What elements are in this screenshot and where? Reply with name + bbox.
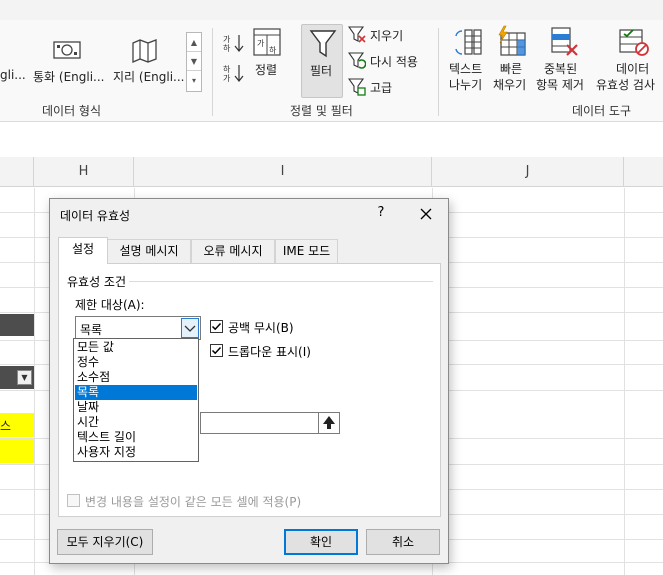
remove-duplicates-label-1: 중복된 (544, 62, 578, 76)
flash-fill-label-1: 빠른 (500, 62, 523, 76)
sort-label: 정렬 (255, 63, 278, 77)
collapse-dialog-button[interactable] (318, 412, 340, 434)
gallery-scroll[interactable]: ▲ ▼ ▾ (186, 32, 202, 92)
geography-type-label: 지리 (Engli... (113, 70, 185, 84)
close-button[interactable] (416, 203, 436, 225)
more-icon[interactable]: ▾ (187, 71, 201, 90)
checkbox-box[interactable] (210, 320, 223, 333)
reapply-label: 다시 적용 (370, 55, 418, 69)
advanced-filter-icon (348, 78, 366, 96)
list-item[interactable]: 모든 값 (75, 340, 197, 355)
map-icon (132, 39, 157, 63)
checkbox-box[interactable] (210, 344, 223, 357)
allow-label: 제한 대상(A): (75, 298, 145, 312)
ribbon-tab-strip (0, 0, 663, 20)
list-item[interactable]: 소수점 (75, 370, 197, 385)
help-icon[interactable]: ? (374, 205, 388, 220)
clear-all-button[interactable]: 모두 지우기(C) (57, 529, 153, 555)
column-header-k[interactable] (624, 157, 663, 187)
filter-dropdown-icon[interactable]: ▼ (17, 370, 32, 385)
data-validation-label-1: 데이터 (616, 62, 650, 76)
combo-dropdown-button[interactable] (181, 318, 199, 338)
svg-text:가: 가 (223, 35, 231, 44)
filter-button[interactable]: 필터 (301, 24, 343, 98)
currency-icon (53, 41, 81, 59)
allow-combobox[interactable]: 목록 (75, 316, 201, 340)
svg-text:가: 가 (223, 74, 231, 83)
flash-fill-icon (498, 25, 526, 56)
clear-label: 지우기 (370, 29, 404, 43)
stocks-type-label: gli... (0, 68, 26, 82)
formula-bar-area (0, 123, 663, 157)
column-header-i[interactable]: I (134, 157, 432, 187)
allow-dropdown-list[interactable]: 모든 값 정수 소수점 목록 날짜 시간 텍스트 길이 사용자 지정 (73, 338, 199, 462)
column-header-g[interactable] (0, 157, 34, 187)
data-validation-label-2: 유효성 검사 (596, 78, 656, 92)
funnel-icon (309, 30, 337, 58)
tab-ime-mode[interactable]: IME 모드 (275, 239, 338, 263)
remove-duplicates-label-2: 항목 제거 (536, 78, 584, 92)
text-to-columns-label-1: 텍스트 (449, 62, 483, 76)
ribbon: gli... 통화 (Engli... 지리 (Engli... ▲ ▼ ▾ 데 (0, 20, 663, 122)
text-to-columns-label-2: 나누기 (449, 78, 483, 92)
column-header-h[interactable]: H (34, 157, 134, 187)
currency-type-label: 통화 (Engli... (33, 70, 105, 84)
sort-descending-icon[interactable]: 하 가 (222, 62, 244, 84)
close-icon (420, 208, 432, 220)
column-header-j[interactable]: J (432, 157, 624, 187)
allow-value: 목록 (80, 323, 103, 337)
list-item[interactable]: 시간 (75, 415, 197, 430)
grid-line (34, 188, 35, 575)
range-select-icon (323, 416, 335, 429)
svg-text:하: 하 (223, 43, 231, 53)
tab-input-message[interactable]: 설명 메시지 (107, 239, 191, 263)
apply-all-label: 변경 내용을 설정이 같은 모든 셀에 적용(P) (85, 495, 302, 509)
text-to-columns-icon (455, 29, 482, 55)
ok-button[interactable]: 확인 (284, 529, 358, 555)
svg-text:하: 하 (223, 64, 231, 74)
ribbon-separator (438, 28, 439, 116)
advanced-label: 고급 (370, 81, 393, 95)
header-cell-dark[interactable] (0, 314, 34, 336)
data-tools-group-label: 데이터 도구 (572, 104, 632, 118)
highlighted-cell[interactable] (0, 439, 34, 463)
sort-ascending-icon[interactable]: 가 하 (222, 32, 244, 54)
svg-text:하: 하 (269, 45, 277, 55)
list-item[interactable]: 사용자 지정 (75, 445, 197, 460)
svg-text:가: 가 (257, 39, 265, 48)
list-item-selected[interactable]: 목록 (75, 385, 197, 400)
data-types-group-label: 데이터 형식 (42, 104, 102, 118)
clear-filter-icon (348, 26, 366, 43)
sort-dialog-icon: 가 하 (253, 28, 281, 56)
in-cell-dropdown-label: 드롭다운 표시(I) (228, 345, 311, 359)
check-icon (211, 346, 222, 355)
sort-filter-group-label: 정렬 및 필터 (290, 104, 353, 118)
cell-text: 스 (0, 419, 12, 433)
checkbox-box[interactable] (67, 494, 80, 507)
data-validation-icon (619, 29, 649, 56)
filter-label: 필터 (310, 64, 333, 78)
ribbon-separator (212, 28, 213, 116)
tab-error-alert[interactable]: 오류 메시지 (191, 239, 275, 263)
group-divider (129, 281, 433, 282)
remove-duplicates-icon (551, 27, 578, 56)
flash-fill-label-2: 채우기 (493, 78, 527, 92)
list-item[interactable]: 날짜 (75, 400, 197, 415)
check-icon (211, 322, 222, 331)
dialog-title: 데이터 유효성 (60, 209, 131, 223)
list-item[interactable]: 텍스트 길이 (75, 430, 197, 445)
scroll-down-icon[interactable]: ▼ (187, 52, 201, 71)
list-item[interactable]: 정수 (75, 355, 197, 370)
scroll-up-icon[interactable]: ▲ (187, 33, 201, 52)
reapply-icon (348, 52, 366, 69)
cancel-button[interactable]: 취소 (366, 529, 440, 555)
chevron-down-icon (184, 325, 196, 332)
grid-line (624, 188, 625, 575)
tab-settings[interactable]: 설정 (58, 237, 108, 264)
validation-criteria-title: 유효성 조건 (67, 275, 127, 289)
ignore-blank-label: 공백 무시(B) (228, 321, 294, 335)
